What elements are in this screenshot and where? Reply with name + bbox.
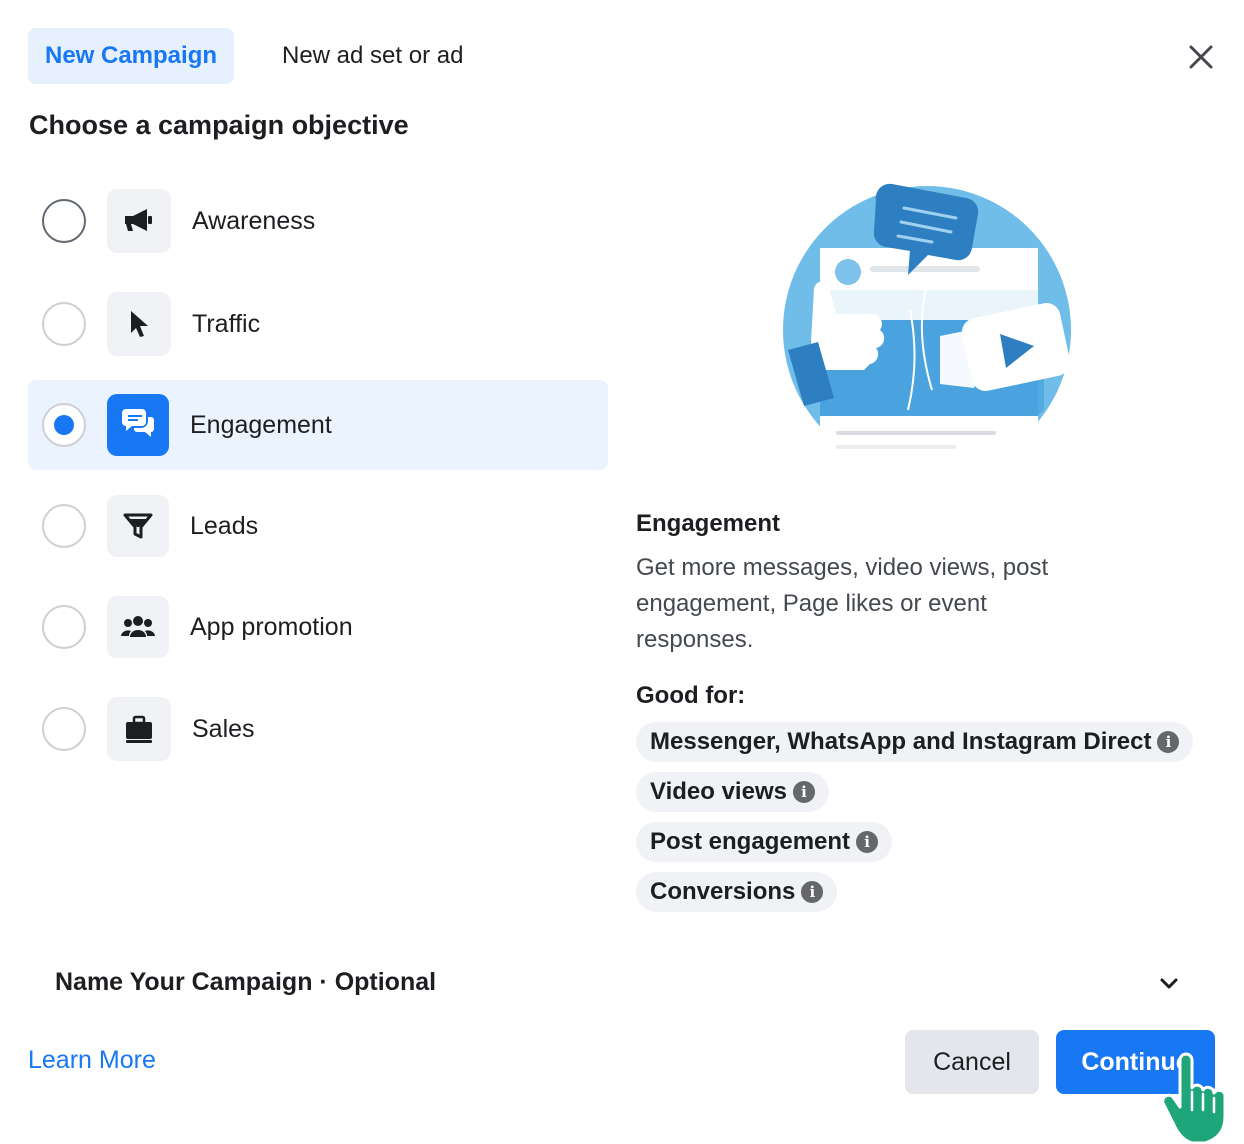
objective-engagement[interactable]: Engagement bbox=[28, 380, 608, 470]
good-for-chip: Post engagement i bbox=[636, 822, 893, 862]
cancel-button[interactable]: Cancel bbox=[905, 1030, 1039, 1094]
radio-leads[interactable] bbox=[42, 504, 86, 548]
detail-title: Engagement bbox=[636, 510, 781, 537]
info-icon[interactable]: i bbox=[1157, 731, 1180, 753]
chip-label: Post engagement bbox=[650, 828, 851, 855]
chip-label: Video views bbox=[650, 778, 787, 805]
megaphone-icon bbox=[107, 189, 171, 253]
detail-description: Get more messages, video views, post eng… bbox=[636, 554, 1049, 653]
radio-engagement[interactable] bbox=[42, 403, 86, 447]
engagement-illustration bbox=[783, 183, 1071, 478]
radio-app-promotion[interactable] bbox=[42, 605, 86, 649]
hand-cursor-icon bbox=[1161, 1052, 1227, 1144]
tab-new-campaign[interactable]: New Campaign bbox=[28, 28, 234, 84]
tab-new-ad-set-or-ad[interactable]: New ad set or ad bbox=[262, 28, 483, 84]
cursor-icon bbox=[107, 292, 171, 356]
name-campaign-toggle[interactable]: Name Your Campaign · Optional bbox=[55, 968, 436, 997]
objective-label: App promotion bbox=[190, 612, 353, 641]
radio-traffic[interactable] bbox=[42, 302, 86, 346]
funnel-icon bbox=[107, 495, 169, 557]
close-icon[interactable] bbox=[1184, 40, 1218, 74]
good-for-chip: Video views i bbox=[636, 772, 829, 812]
info-icon[interactable]: i bbox=[792, 781, 815, 803]
objective-label: Sales bbox=[192, 714, 255, 743]
page-title: Choose a campaign objective bbox=[29, 110, 409, 140]
briefcase-icon bbox=[107, 697, 171, 761]
objective-traffic[interactable]: Traffic bbox=[28, 279, 608, 369]
objective-awareness[interactable]: Awareness bbox=[28, 176, 608, 266]
chevron-down-icon[interactable] bbox=[1157, 974, 1181, 994]
chat-bubbles-icon bbox=[107, 394, 169, 456]
objective-label: Traffic bbox=[192, 309, 261, 338]
learn-more-link[interactable]: Learn More bbox=[28, 1046, 156, 1075]
objective-label: Leads bbox=[190, 511, 259, 540]
chip-label: Conversions bbox=[650, 878, 796, 905]
objective-label: Engagement bbox=[190, 410, 332, 439]
info-icon[interactable]: i bbox=[856, 831, 879, 853]
objective-app-promotion[interactable]: App promotion bbox=[28, 582, 608, 672]
chip-label: Messenger, WhatsApp and Instagram Direct bbox=[650, 728, 1152, 755]
good-for-chip: Conversions i bbox=[636, 872, 838, 912]
people-icon bbox=[107, 596, 169, 658]
objective-label: Awareness bbox=[192, 206, 316, 235]
radio-awareness[interactable] bbox=[42, 199, 86, 243]
good-for-chip: Messenger, WhatsApp and Instagram Direct… bbox=[636, 722, 1194, 762]
objective-sales[interactable]: Sales bbox=[28, 684, 608, 774]
objective-leads[interactable]: Leads bbox=[28, 481, 608, 571]
good-for-label: Good for: bbox=[636, 682, 746, 709]
info-icon[interactable]: i bbox=[801, 881, 824, 903]
radio-sales[interactable] bbox=[42, 707, 86, 751]
